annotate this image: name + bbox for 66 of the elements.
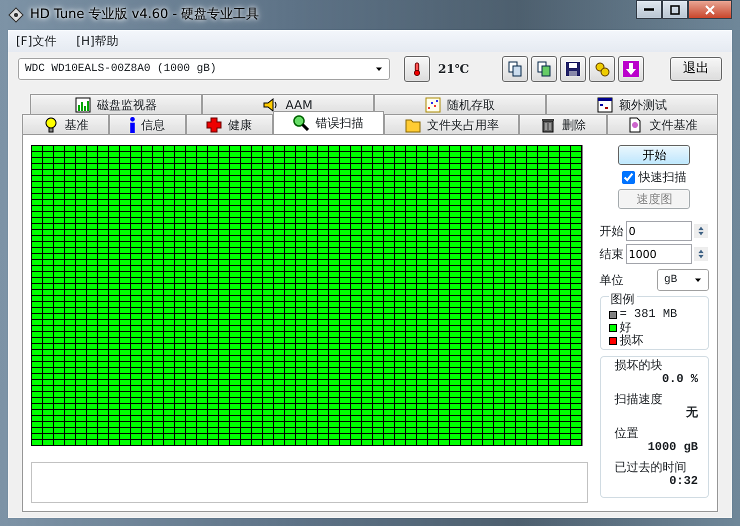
temperature-label: 21℃ <box>438 61 470 78</box>
tab[interactable]: 删除 <box>519 114 607 134</box>
tab[interactable]: AAM <box>202 94 374 114</box>
down-arrow-icon <box>623 61 639 77</box>
options-button[interactable] <box>589 56 615 82</box>
stat-value: 0.0 % <box>662 373 698 385</box>
bar-chart-icon <box>75 96 91 112</box>
stat-value: 0:32 <box>669 475 698 487</box>
copy-icon <box>507 61 523 77</box>
menu-item[interactable]: [F]文件 <box>16 32 56 50</box>
info-icon <box>130 116 135 132</box>
maximize-icon <box>670 4 680 14</box>
trash-can-icon <box>540 116 556 132</box>
window-title: HD Tune 专业版 v4.60 - 硬盘专业工具 <box>30 6 260 24</box>
field-label: 开始 <box>600 223 624 240</box>
maximize-button[interactable] <box>662 0 688 19</box>
dropdown-arrow-icon <box>694 276 702 284</box>
app-logo-icon <box>8 7 24 23</box>
stat-label: 已过去的时间 <box>614 461 687 474</box>
exit-button[interactable]: 退出 <box>670 57 722 81</box>
speaker-icon <box>263 96 280 112</box>
tab[interactable]: 错误扫描 <box>272 111 384 134</box>
field-label: 结束 <box>600 246 624 263</box>
stat-label: 扫描速度 <box>614 393 663 406</box>
stat-value: 1000 gB <box>648 441 698 453</box>
close-icon <box>705 4 715 14</box>
quick-scan-checkbox[interactable] <box>622 170 636 184</box>
tab[interactable]: 基准 <box>22 114 110 134</box>
legend-label: = 381 MB <box>620 308 678 321</box>
spinner-icon[interactable] <box>694 245 708 263</box>
tab[interactable]: 随机存取 <box>374 94 546 114</box>
copy-picture-icon <box>536 61 552 77</box>
drive-dropdown[interactable]: WDC WD10EALS-00Z8A0 (1000 gB) <box>18 58 390 80</box>
close-button[interactable] <box>688 0 732 19</box>
minimize-icon <box>644 8 654 11</box>
minimize-button[interactable] <box>636 0 662 19</box>
tab[interactable]: 额外测试 <box>546 94 718 114</box>
copy-button[interactable] <box>502 56 528 82</box>
dropdown-arrow-icon <box>375 65 383 73</box>
copy-screenshot-button[interactable] <box>531 56 557 82</box>
legend-label: 损坏 <box>620 334 644 347</box>
checkbox-label: 快速扫描 <box>638 169 686 186</box>
search-icon <box>293 115 310 131</box>
window-icon <box>597 96 613 112</box>
stat-label: 位置 <box>614 427 639 440</box>
tab[interactable]: 信息 <box>109 114 186 134</box>
cross-icon <box>206 116 222 132</box>
field-label: 单位 <box>600 272 624 289</box>
stat-label: 损坏的块 <box>614 359 663 372</box>
spinner-icon[interactable] <box>694 222 708 240</box>
tab[interactable]: 文件夹占用率 <box>384 114 520 134</box>
end-field[interactable]: 1000 <box>626 244 692 264</box>
menu-item[interactable]: [H]帮助 <box>76 32 119 50</box>
unit-dropdown[interactable]: gB <box>657 269 709 291</box>
save-button[interactable] <box>560 56 586 82</box>
start-button[interactable]: 开始 <box>618 145 690 165</box>
light-bulb-icon <box>42 116 59 132</box>
download-button[interactable] <box>618 56 644 82</box>
tab[interactable]: 文件基准 <box>606 114 718 134</box>
legend-label: 好 <box>620 321 632 334</box>
tab[interactable]: 磁盘监视器 <box>30 94 202 114</box>
thermometer-button[interactable] <box>404 56 430 82</box>
tab[interactable]: 健康 <box>186 114 273 134</box>
scatter-plot-icon <box>425 96 441 112</box>
stat-value: 无 <box>686 407 698 419</box>
start-field[interactable]: 0 <box>626 221 692 241</box>
